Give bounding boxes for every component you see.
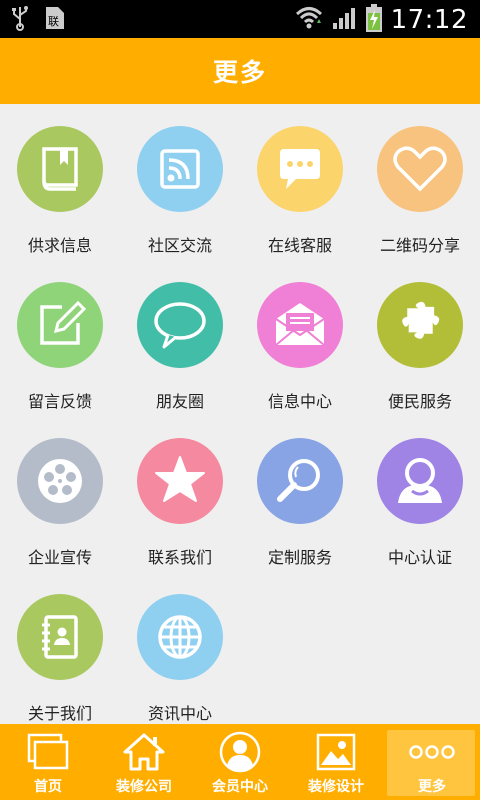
nav-label: 装修设计	[308, 779, 364, 795]
grid-item-certification[interactable]: 中心认证	[360, 416, 480, 572]
page-title: 更多	[212, 58, 267, 87]
grid-item-label: 社区交流	[147, 236, 212, 255]
battery-charging-icon	[365, 3, 383, 37]
grid-item-label: 中心认证	[387, 548, 452, 567]
svg-text:联: 联	[48, 15, 59, 28]
bottom-nav: 首页 装修公司 会员中心 装修设计 更多	[0, 724, 480, 800]
nav-item-more[interactable]: 更多	[384, 724, 480, 800]
envelope-icon	[257, 282, 343, 368]
nav-item-decoration-company[interactable]: 装修公司	[96, 724, 192, 800]
grid-item-label: 二维码分享	[379, 236, 460, 255]
signal-icon	[331, 5, 357, 35]
feature-grid: 供求信息 社区交流 在线客服 二维码分享 留言反馈 朋友圈 信息中心 便民服务 …	[0, 104, 480, 724]
nav-label: 首页	[34, 779, 62, 795]
usb-icon	[10, 5, 30, 35]
nav-label: 更多	[418, 779, 446, 795]
nav-item-home[interactable]: 首页	[0, 724, 96, 800]
member-avatar-icon	[192, 730, 288, 774]
grid-item-news-center[interactable]: 资讯中心	[120, 572, 240, 728]
grid-item-label: 定制服务	[267, 548, 332, 567]
grid-item-feedback[interactable]: 留言反馈	[0, 260, 120, 416]
clock: 17:12	[390, 5, 468, 35]
status-bar: 联 17:12	[0, 0, 480, 38]
app-header: 更多	[0, 38, 480, 104]
picture-icon	[288, 730, 384, 774]
user-icon	[377, 438, 463, 524]
contact-book-icon	[17, 594, 103, 680]
grid-item-label: 供求信息	[27, 236, 92, 255]
nav-label: 会员中心	[212, 779, 268, 795]
book-icon	[17, 126, 103, 212]
grid-item-label: 便民服务	[387, 392, 452, 411]
grid-item-online-service[interactable]: 在线客服	[240, 104, 360, 260]
grid-item-supply-demand[interactable]: 供求信息	[0, 104, 120, 260]
grid-item-label: 关于我们	[27, 704, 92, 723]
grid-item-enterprise-promo[interactable]: 企业宣传	[0, 416, 120, 572]
speech-bubble-icon	[137, 282, 223, 368]
grid-item-label: 资讯中心	[147, 704, 212, 723]
grid-item-message-center[interactable]: 信息中心	[240, 260, 360, 416]
grid-item-label: 留言反馈	[27, 392, 92, 411]
grid-item-community[interactable]: 社区交流	[120, 104, 240, 260]
grid-item-label: 企业宣传	[27, 548, 92, 567]
grid-item-contact-us[interactable]: 联系我们	[120, 416, 240, 572]
grid-item-custom-service[interactable]: 定制服务	[240, 416, 360, 572]
grid-item-label: 在线客服	[267, 236, 332, 255]
edit-note-icon	[17, 282, 103, 368]
grid-item-about-us[interactable]: 关于我们	[0, 572, 120, 728]
sim-card-icon: 联	[44, 5, 66, 35]
house-icon	[96, 730, 192, 774]
chat-bubble-icon	[257, 126, 343, 212]
grid-item-label: 朋友圈	[155, 392, 204, 411]
nav-label: 装修公司	[116, 779, 172, 795]
rss-icon	[137, 126, 223, 212]
nav-item-member-center[interactable]: 会员中心	[192, 724, 288, 800]
heart-icon	[377, 126, 463, 212]
wifi-icon	[295, 5, 323, 35]
nav-item-decoration-design[interactable]: 装修设计	[288, 724, 384, 800]
grid-item-moments[interactable]: 朋友圈	[120, 260, 240, 416]
magnifier-icon	[257, 438, 343, 524]
puzzle-icon	[377, 282, 463, 368]
grid-item-convenience[interactable]: 便民服务	[360, 260, 480, 416]
home-screens-icon	[0, 730, 96, 774]
star-icon	[137, 438, 223, 524]
grid-item-label: 联系我们	[147, 548, 212, 567]
grid-item-qr-share[interactable]: 二维码分享	[360, 104, 480, 260]
globe-icon	[137, 594, 223, 680]
more-dots-icon	[384, 730, 480, 774]
film-reel-icon	[17, 438, 103, 524]
grid-item-label: 信息中心	[267, 392, 332, 411]
